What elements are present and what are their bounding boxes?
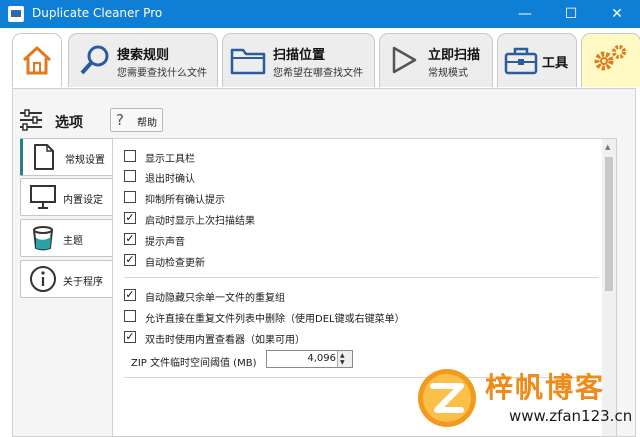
option-label: 退出时确认 <box>145 174 195 185</box>
toolbox-icon <box>504 47 538 75</box>
page-title: 选项 <box>55 115 83 131</box>
zip-threshold-spinner[interactable]: 4,096 ▲ ▼ <box>266 350 353 368</box>
tab-subtitle: 您需要查找什么文件 <box>117 68 207 79</box>
sidebar-item-builtin[interactable]: 内置设定 <box>20 178 113 216</box>
watermark: 梓帆博客 www.zfan123.cn <box>415 362 640 437</box>
option-label: 抑制所有确认提示 <box>145 195 225 206</box>
question-icon: ? <box>116 111 124 129</box>
folder-icon <box>230 48 266 75</box>
checkbox[interactable] <box>124 310 136 322</box>
scroll-up-icon[interactable]: ▲ <box>605 143 610 151</box>
tab-search-rules[interactable]: 搜索规则 您需要查找什么文件 <box>68 33 218 87</box>
option-label: 显示工具栏 <box>145 154 195 165</box>
checkbox[interactable] <box>124 150 136 162</box>
sidebar-item-label: 内置设定 <box>63 195 103 206</box>
app-icon <box>8 6 24 22</box>
tab-title: 工具 <box>542 56 569 71</box>
sidebar-item-about[interactable]: 关于程序 <box>20 260 113 298</box>
watermark-logo-icon <box>418 369 476 427</box>
main-tabstrip: 搜索规则 您需要查找什么文件 扫描位置 您希望在哪查找文件 立即扫描 常规模式 … <box>0 28 640 88</box>
window-title: Duplicate Cleaner Pro <box>32 6 163 20</box>
monitor-icon <box>30 185 56 209</box>
sidebar-item-label: 主题 <box>63 236 83 247</box>
tab-subtitle: 您希望在哪查找文件 <box>273 68 363 79</box>
title-bar: Duplicate Cleaner Pro — ☐ ✕ <box>0 0 640 28</box>
tab-home[interactable] <box>12 33 62 87</box>
tab-settings[interactable] <box>581 33 640 87</box>
checkbox-checked[interactable]: ✓ <box>124 331 136 343</box>
checkbox-checked[interactable]: ✓ <box>124 212 136 224</box>
tab-scan-location[interactable]: 扫描位置 您希望在哪查找文件 <box>222 33 375 87</box>
tab-subtitle: 常规模式 <box>428 68 468 79</box>
play-icon <box>392 46 417 74</box>
tab-title: 扫描位置 <box>273 48 326 63</box>
divider <box>124 277 599 278</box>
zip-threshold-label: ZIP 文件临时空间阈值 (MB) <box>131 358 257 369</box>
sidebar-item-label: 关于程序 <box>63 277 103 288</box>
help-button[interactable]: ? 帮助 <box>110 108 163 132</box>
sidebar-item-general[interactable]: 常规设置 <box>20 138 113 176</box>
watermark-title: 梓帆博客 <box>485 371 606 404</box>
minimize-button[interactable]: — <box>502 0 548 28</box>
checkbox[interactable] <box>124 191 136 203</box>
option-label: 启动时显示上次扫描结果 <box>145 216 255 227</box>
checkbox[interactable] <box>124 170 136 182</box>
option-label: 自动隐藏只余单一文件的重复组 <box>145 293 285 304</box>
scrollbar-thumb[interactable] <box>605 157 613 291</box>
checkbox-checked[interactable]: ✓ <box>124 233 136 245</box>
tab-scan-now[interactable]: 立即扫描 常规模式 <box>379 33 493 87</box>
watermark-url: www.zfan123.cn <box>509 407 633 425</box>
tab-tools[interactable]: 工具 <box>497 33 577 87</box>
close-button[interactable]: ✕ <box>594 0 640 28</box>
spin-down-icon[interactable]: ▼ <box>340 360 345 366</box>
maximize-button[interactable]: ☐ <box>548 0 594 28</box>
option-label: 双击时使用内置查看器（如果可用） <box>145 335 305 346</box>
checkbox-checked[interactable]: ✓ <box>124 289 136 301</box>
option-label: 提示声音 <box>145 237 185 248</box>
sidebar-item-label: 常规设置 <box>65 155 105 166</box>
zip-threshold-value[interactable]: 4,096 <box>307 353 336 364</box>
spinner-buttons[interactable]: ▲ ▼ <box>337 351 352 367</box>
gears-icon <box>594 45 626 71</box>
option-label: 允许直接在重复文件列表中删除（使用DEL键或右键菜单） <box>145 314 405 325</box>
tab-title: 搜索规则 <box>117 48 170 63</box>
option-label: 自动检查更新 <box>145 258 205 269</box>
home-icon <box>22 46 52 75</box>
checkbox-checked[interactable]: ✓ <box>124 254 136 266</box>
help-button-label: 帮助 <box>137 118 157 129</box>
document-icon <box>34 144 54 170</box>
magnifier-icon <box>80 45 109 75</box>
sliders-icon <box>20 109 42 131</box>
paint-bucket-icon <box>33 226 53 251</box>
info-icon <box>30 266 56 292</box>
sidebar-item-theme[interactable]: 主题 <box>20 219 113 257</box>
tab-title: 立即扫描 <box>428 48 481 63</box>
